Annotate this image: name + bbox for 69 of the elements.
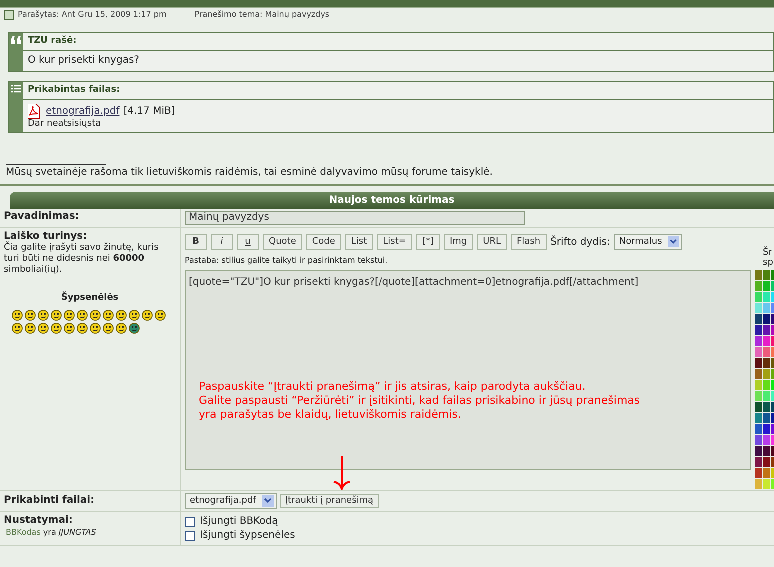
format-button[interactable]: [*]	[416, 234, 440, 250]
post-subject: Pranešimo tema: Mainų pavyzdys	[194, 10, 330, 20]
subject-field[interactable]: Mainų pavyzdys	[185, 211, 525, 225]
format-button[interactable]: Quote	[263, 234, 302, 250]
smiley-icon[interactable]	[129, 323, 140, 334]
attachment-select[interactable]: etnografija.pdf	[185, 493, 278, 509]
post-icon[interactable]	[4, 10, 14, 20]
format-button[interactable]: List=	[377, 234, 412, 250]
format-button[interactable]: Flash	[510, 234, 547, 250]
attachments-label: Prikabinti failai:	[4, 495, 95, 506]
format-button[interactable]: Img	[444, 234, 474, 250]
smiley-icon[interactable]	[103, 310, 114, 321]
format-button[interactable]: List	[345, 234, 374, 250]
format-button[interactable]: B	[185, 234, 207, 250]
bbcode-status: yra ĮJUNGTAS	[43, 528, 96, 537]
quote-icon	[11, 36, 21, 46]
body-label: Laiško turinys:	[4, 231, 88, 242]
option-label: Išjungti BBKodą	[200, 516, 278, 528]
smiley-icon[interactable]	[129, 310, 140, 321]
format-button[interactable]: URL	[477, 234, 507, 250]
option-label: Išjungti šypsenėles	[200, 530, 296, 542]
annotation-text: Paspauskite “Įtraukti pranešimą” ir jis atsiras, kaip parodyta aukščiau. Galite paspausti “Peržiūrėti” ir įsitikinti, kad failas prisikabino ir jūsų pranešimas yra parašytas be klaidų, lietuviškomis raidėmis.	[199, 380, 640, 422]
smiley-icon[interactable]	[155, 310, 166, 321]
bbcode-link[interactable]: BBKodas	[6, 528, 41, 537]
file-size: [4.17 MiB]	[124, 106, 176, 117]
smiley-icon[interactable]	[64, 310, 75, 321]
insert-button[interactable]: Įtraukti į pranešimą	[280, 494, 379, 508]
font-size-label: Šrifto dydis:	[550, 236, 610, 248]
format-button[interactable]: i	[211, 234, 233, 250]
smiley-icon[interactable]	[64, 323, 75, 334]
post-date: Parašytas: Ant Gru 15, 2009 1:17 pm	[18, 10, 167, 20]
attachment-title: Prikabintas failas:	[23, 82, 773, 100]
quote-text: O kur prisekti knygas?	[27, 54, 140, 68]
smiley-icon[interactable]	[38, 310, 49, 321]
file-link[interactable]: etnografija.pdf	[46, 106, 120, 117]
smiley-icon[interactable]	[25, 310, 36, 321]
font-size-select[interactable]: Normalus	[614, 234, 682, 250]
smiley-icon[interactable]	[12, 310, 23, 321]
smiley-icon[interactable]	[116, 310, 127, 321]
smiley-icon[interactable]	[51, 310, 62, 321]
smiley-icon[interactable]	[77, 310, 88, 321]
settings-label: Nustatymai:	[4, 515, 74, 527]
signature-text: Mūsų svetainėje rašoma tik lietuviškomis raidėmis, tai esminė dalyvavimo mūsų forume taisyklė.	[6, 167, 494, 179]
download-status: Dar neatsisiųsta	[28, 119, 102, 130]
list-icon	[11, 85, 21, 95]
pdf-file-icon	[28, 104, 40, 119]
smiley-icon[interactable]	[77, 323, 88, 334]
tip-text: Pastaba: stilius galite taikyti ir pasirinktam tekstui.	[185, 256, 389, 265]
checkbox[interactable]	[185, 517, 195, 527]
smileys-label: Šypsenėlės	[60, 292, 120, 304]
format-button[interactable]: u	[237, 234, 259, 250]
quote-author: TZU rašė:	[23, 33, 773, 51]
format-button[interactable]: Code	[306, 234, 342, 250]
down-arrow-icon	[332, 456, 352, 490]
body-hint: Čia galite įrašyti savo žinutę, kuris turi būti ne didesnis nei 60000 simboliai(ių).	[4, 243, 160, 276]
smiley-icon[interactable]	[103, 323, 114, 334]
palette-label: sp	[763, 258, 774, 268]
smiley-icon[interactable]	[12, 323, 23, 334]
smiley-icon[interactable]	[38, 323, 49, 334]
smiley-icon[interactable]	[25, 323, 36, 334]
smiley-icon[interactable]	[90, 310, 101, 321]
subject-label: Pavadinimas:	[4, 211, 80, 222]
smiley-icon[interactable]	[90, 323, 101, 334]
smiley-icon[interactable]	[142, 310, 153, 321]
palette-label: Šr	[763, 248, 774, 258]
smiley-icon[interactable]	[116, 323, 127, 334]
smiley-icon[interactable]	[51, 323, 62, 334]
checkbox[interactable]	[185, 531, 195, 541]
form-title: Naujos temos kūrimas	[10, 192, 774, 209]
